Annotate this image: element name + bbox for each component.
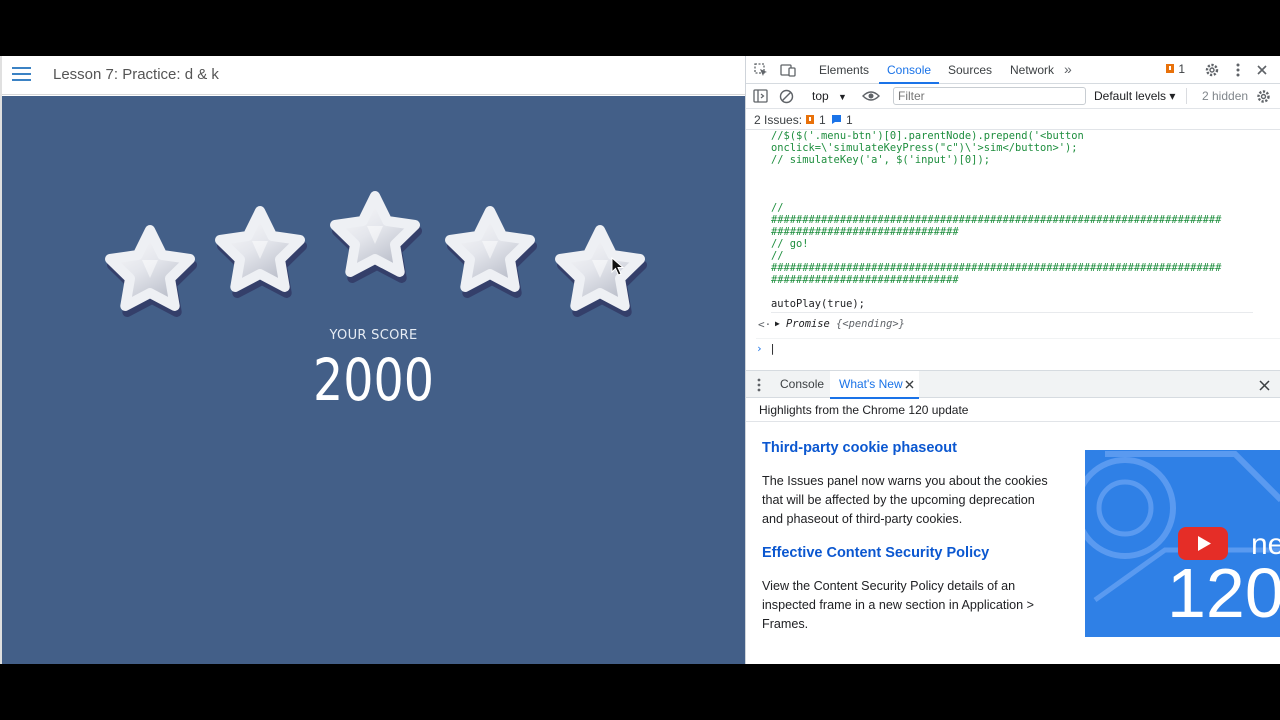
score-screen: YOUR SCORE 2000 bbox=[2, 96, 745, 664]
context-selector[interactable]: top ▼ bbox=[812, 89, 847, 103]
drawer-tab-label: What's New bbox=[839, 377, 903, 391]
console-toolbar: top ▼ Default levels ▾ 2 hidden bbox=[746, 84, 1280, 109]
lesson-app: Lesson 7: Practice: d & k YOUR SCORE 200… bbox=[0, 56, 747, 664]
issue-info-icon bbox=[832, 115, 841, 124]
issue-flag-icon bbox=[1166, 64, 1174, 73]
code-line: ########################################… bbox=[771, 262, 1222, 274]
feature-description: The Issues panel now warns you about the… bbox=[762, 474, 1048, 526]
score-value: 2000 bbox=[312, 346, 435, 414]
console-prompt[interactable]: › | bbox=[756, 342, 776, 355]
devtools-tabbar: Elements Console Sources Network » 1 bbox=[746, 56, 1280, 84]
code-line: autoPlay(true); bbox=[771, 298, 865, 310]
more-tabs-icon[interactable]: » bbox=[1064, 61, 1072, 77]
console-output: //$($('.menu-btn')[0].parentNode).prepen… bbox=[746, 130, 1280, 370]
sidebar-toggle-icon[interactable] bbox=[753, 89, 768, 103]
filter-input[interactable] bbox=[893, 87, 1086, 105]
context-value: top bbox=[812, 89, 829, 103]
whats-new-header: Highlights from the Chrome 120 update bbox=[746, 398, 1280, 422]
star-icon bbox=[330, 191, 422, 283]
devtools-panel: Elements Console Sources Network » 1 top… bbox=[745, 56, 1280, 664]
kebab-menu-icon[interactable] bbox=[1235, 62, 1241, 78]
promise-label: Promise bbox=[786, 318, 830, 330]
eye-icon[interactable] bbox=[862, 90, 880, 102]
issues-badge-count: 1 bbox=[1178, 62, 1186, 76]
issues-warning-count: 1 bbox=[819, 113, 826, 127]
clear-console-icon[interactable] bbox=[779, 89, 794, 104]
chrome-120-video-thumbnail[interactable]: ne 120 bbox=[1085, 450, 1280, 637]
score-label: YOUR SCORE bbox=[329, 328, 418, 343]
inspect-element-icon[interactable] bbox=[754, 63, 768, 77]
feature-title-link[interactable]: Effective Content Security Policy bbox=[762, 545, 989, 561]
issues-counter[interactable]: 1 bbox=[1165, 62, 1185, 76]
app-header: Lesson 7: Practice: d & k bbox=[2, 56, 747, 95]
code-line: // simulateKey('a', $('input')[0]); bbox=[771, 154, 990, 166]
message-divider bbox=[771, 312, 1253, 313]
tab-elements[interactable]: Elements bbox=[819, 63, 869, 77]
issue-warning-icon bbox=[806, 115, 814, 124]
issues-info-count: 1 bbox=[846, 113, 853, 127]
promise-state: {<pending>} bbox=[836, 318, 905, 330]
highlights-text: Highlights from the Chrome 120 update bbox=[759, 403, 969, 417]
star-icon bbox=[215, 206, 307, 298]
code-line: //$($('.menu-btn')[0].parentNode).prepen… bbox=[771, 130, 1084, 142]
log-levels-dropdown[interactable]: Default levels ▾ bbox=[1094, 89, 1175, 103]
hidden-messages-count: 2 hidden bbox=[1202, 89, 1249, 103]
hamburger-menu-icon[interactable] bbox=[11, 64, 33, 86]
feature-title-link[interactable]: Third-party cookie phaseout bbox=[762, 440, 957, 456]
star-icon bbox=[105, 225, 197, 317]
console-settings-gear-icon[interactable] bbox=[1256, 89, 1271, 104]
drawer-tab-whats-new[interactable]: What's New bbox=[830, 371, 919, 399]
promo-version-number: 120 bbox=[1167, 554, 1280, 632]
close-tab-icon[interactable] bbox=[905, 380, 914, 389]
tab-network[interactable]: Network bbox=[1010, 63, 1054, 77]
drawer-tab-console[interactable]: Console bbox=[780, 377, 824, 391]
code-line: ############################## bbox=[771, 226, 959, 238]
star-icon bbox=[445, 206, 537, 298]
close-icon[interactable] bbox=[1256, 64, 1268, 76]
code-line: // go! bbox=[771, 238, 809, 250]
close-drawer-icon[interactable] bbox=[1259, 380, 1270, 391]
device-toolbar-icon[interactable] bbox=[780, 63, 796, 77]
code-line: // bbox=[771, 250, 784, 262]
code-line: // bbox=[771, 202, 784, 214]
issues-label: 2 Issues: bbox=[754, 113, 803, 127]
result-arrow-icon: <· bbox=[758, 318, 772, 331]
tab-sources[interactable]: Sources bbox=[948, 63, 992, 77]
tab-console[interactable]: Console bbox=[887, 63, 931, 77]
gear-icon[interactable] bbox=[1204, 62, 1220, 78]
code-line: onclick=\'simulateKeyPress("c")\'>sim</b… bbox=[771, 142, 1078, 154]
promise-result[interactable]: Promise {<pending>} bbox=[786, 318, 905, 330]
issues-bar[interactable]: 2 Issues: 1 1 bbox=[746, 109, 1280, 130]
drawer-menu-icon[interactable] bbox=[757, 378, 761, 392]
chevron-down-icon: ▼ bbox=[838, 92, 847, 102]
code-line: ########################################… bbox=[771, 214, 1222, 226]
lesson-title: Lesson 7: Practice: d & k bbox=[53, 66, 219, 83]
browser-viewport: Lesson 7: Practice: d & k YOUR SCORE 200… bbox=[0, 56, 1280, 664]
drawer-tabbar: Console What's New bbox=[746, 370, 1280, 399]
prompt-divider bbox=[756, 338, 1280, 339]
expand-triangle-icon[interactable]: ▶ bbox=[775, 319, 780, 328]
code-line: ############################## bbox=[771, 274, 959, 286]
whats-new-content: Third-party cookie phaseout The Issues p… bbox=[746, 423, 1280, 664]
toolbar-divider bbox=[1186, 88, 1187, 104]
star-icon bbox=[555, 225, 647, 317]
mouse-cursor-icon bbox=[611, 257, 625, 276]
feature-description: View the Content Security Policy details… bbox=[762, 579, 1034, 631]
